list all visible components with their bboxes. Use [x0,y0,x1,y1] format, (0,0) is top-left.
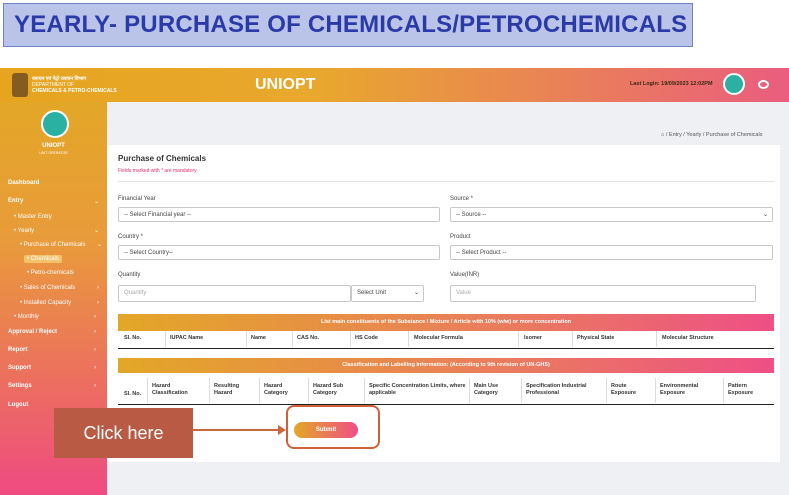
sidebar-item-support[interactable]: Support [8,365,31,371]
table-header: Hazard Sub Category [313,383,344,396]
chevron-right-icon: › [94,329,96,335]
home-icon[interactable]: ⌂ [661,132,664,138]
product-label: Product [450,234,471,240]
financial-year-select[interactable]: -- Select Financial year -- [118,207,440,222]
sidebar-item-approval[interactable]: Approval / Reject [8,329,57,335]
slide-title: YEARLY- PURCHASE OF CHEMICALS/PETROCHEMI… [14,11,688,38]
sidebar-item-master-entry[interactable]: • Master Entry [14,214,52,220]
value-input[interactable]: Value [450,285,756,302]
emblem-icon [12,73,28,97]
table-header: Hazard Category [264,383,288,396]
chevron-down-icon: ⌄ [97,242,103,248]
financial-year-label: Financial Year [118,196,156,202]
sidebar-avatar-icon [41,110,69,138]
value-label: Value(INR) [450,272,480,278]
country-select[interactable]: -- Select Country-- [118,245,440,260]
mandatory-note: Fields marked with * are mandatory [118,168,197,174]
sidebar-item-chemicals[interactable]: • Chemicals [24,255,62,263]
click-here-callout: Click here [54,408,193,458]
app-title: UNIOPT [255,76,316,93]
table-header: Molecular Structure [662,335,714,341]
country-label: Country * [118,234,144,240]
table-header: Resulting Hazard [214,383,240,396]
source-select[interactable]: -- Source -- ⌄ [450,207,773,222]
table-header: Environmental Exposure [660,383,699,396]
sidebar-item-petro-chemicals[interactable]: • Petro-chemicals [27,270,74,276]
chevron-right-icon: › [97,285,99,291]
breadcrumb: ⌂ / Entry / Yearly / Purchase of Chemica… [661,132,763,138]
chevron-down-icon: ⌄ [94,199,100,205]
table-header: Main Use Category [474,383,499,396]
sidebar-item-monthly[interactable]: • Monthly [14,314,39,320]
classification-table-title: Classification and Labelling Information… [118,358,774,373]
table-header: Hazard Classification [152,383,188,396]
chevron-down-icon: ⌄ [762,212,768,218]
quantity-label: Quantity [118,272,141,278]
table-header: Pattern Exposure [728,383,754,396]
table-header: Sl. No. [124,391,142,397]
sidebar-item-installed-capacity[interactable]: • Installed Capacity [20,300,71,306]
table-header: Sl. No. [124,335,142,341]
quantity-input[interactable]: Quantity [118,285,351,302]
table-header: Name [251,335,266,341]
sidebar-item-logout[interactable]: Logout [8,402,28,408]
last-login: Last Login: 19/09/2023 12:02PM [630,81,713,87]
power-icon[interactable] [758,80,769,89]
chevron-right-icon: › [97,300,99,306]
sidebar-item-yearly[interactable]: • Yearly [14,228,34,234]
chevron-right-icon: › [94,383,96,389]
table-header: Route Exposure [611,383,637,396]
department-logo: रसायन एवं पेट्रो रसायन विभाग DEPARTMENT … [12,73,117,97]
sidebar-user-name: UNIOPT [42,143,65,149]
arrow-head-icon [278,425,286,435]
sidebar-item-purchase-of-chemicals[interactable]: • Purchase of Chemicals [20,242,85,248]
table-header: Molecular Formula [414,335,463,341]
purchase-form-card: Purchase of Chemicals Fields marked with… [107,145,780,462]
table-header: Isomer [524,335,543,341]
user-avatar-icon[interactable] [723,73,745,95]
table-header: Physical State [577,335,615,341]
unit-select[interactable]: Select Unit ⌄ [351,285,424,302]
chevron-right-icon: › [94,365,96,371]
dept-line3: CHEMICALS & PETRO-CHEMICALS [32,88,117,94]
sidebar-user-role: UNIT OPERATOR [39,151,68,155]
constituents-table-title: List main constituents of the Substance … [118,314,774,331]
sidebar-item-settings[interactable]: Settings [8,383,32,389]
chevron-down-icon: ⌄ [94,228,100,234]
page-title: Purchase of Chemicals [118,154,207,163]
slide-title-banner: YEARLY- PURCHASE OF CHEMICALS/PETROCHEMI… [3,3,693,47]
sidebar-item-sales-of-chemicals[interactable]: • Sales of Chemicals [20,285,75,291]
chevron-right-icon: › [94,347,96,353]
sidebar-item-entry[interactable]: Entry [8,198,23,204]
table-header: CAS No. [297,335,319,341]
sidebar-item-dashboard[interactable]: Dashboard [8,180,39,186]
sidebar-item-report[interactable]: Report [8,347,27,353]
table-header: HS Code [355,335,378,341]
top-header: रसायन एवं पेट्रो रसायन विभाग DEPARTMENT … [0,68,789,102]
chevron-right-icon: › [94,314,96,320]
source-label: Source * [450,196,474,202]
product-select[interactable]: -- Select Product -- [450,245,773,260]
submit-highlight [286,405,380,449]
table-header: Specific Concentration Limits, where app… [369,383,466,396]
table-header: IUPAC Name [170,335,204,341]
table-header: Specification Industrial Professional [526,383,587,396]
chevron-down-icon: ⌄ [413,290,419,296]
callout-arrow [193,429,279,431]
